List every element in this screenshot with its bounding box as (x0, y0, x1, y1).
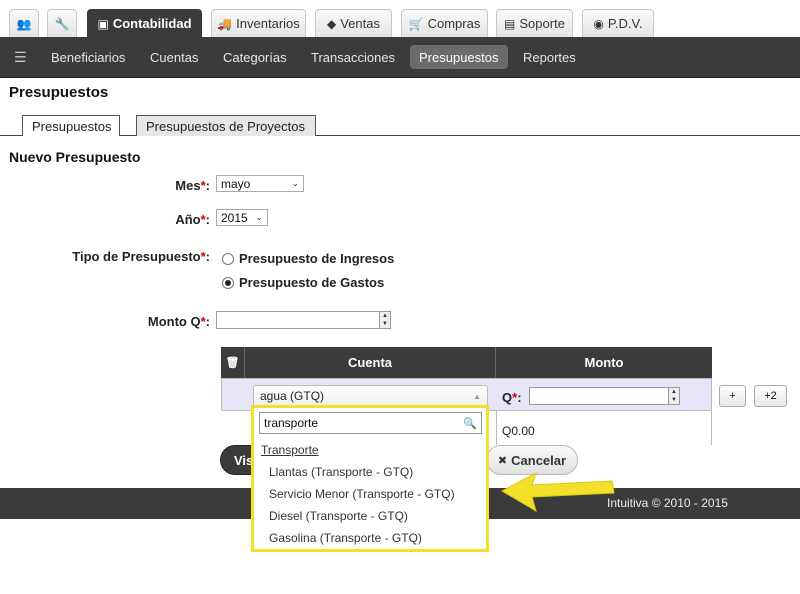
radio-gastos[interactable]: Presupuesto de Gastos (222, 275, 384, 290)
colon: : (205, 212, 210, 227)
tab-label: Contabilidad (112, 16, 192, 31)
dropdown-option[interactable]: Gasolina (Transporte - GTQ) (269, 531, 422, 545)
tipo-label: Tipo de Presupuesto*: (30, 249, 210, 264)
monto-input[interactable]: ▲ ▼ (216, 311, 391, 329)
mes-label: Mes*: (140, 178, 210, 193)
footer-copyright: Intuitiva © 2010 - 2015 (607, 496, 728, 510)
monto-label: Monto Q*: (130, 314, 210, 329)
module-tabbar: 👥 🔧 ▣ Contabilidad 🚚 Inventarios ◆ Venta… (0, 0, 800, 37)
row-monto-input[interactable]: ▲ ▼ (529, 387, 680, 405)
anio-value: 2015 (221, 210, 248, 225)
tab-compras[interactable]: 🛒 Compras (401, 9, 488, 37)
monto-label-text: Monto Q (147, 314, 201, 329)
tipo-label-text: Tipo de Presupuesto (72, 249, 201, 264)
chevron-up-icon: ▲ (473, 391, 481, 401)
mes-label-text: Mes (175, 178, 201, 193)
mes-select[interactable]: mayo ⌄ (216, 175, 304, 192)
search-value: transporte (264, 416, 319, 430)
form-title: Nuevo Presupuesto (9, 149, 141, 165)
cuenta-dropdown: transporte 🔍 Transporte Llantas (Transpo… (251, 405, 489, 552)
colon: : (205, 249, 210, 264)
mes-value: mayo (221, 176, 251, 191)
colon: : (205, 178, 210, 193)
row-subtotal: Q0.00 (502, 424, 535, 438)
submenu-categorias[interactable]: Categorías (214, 45, 296, 69)
close-icon: ✖ (497, 454, 508, 467)
trash-icon: 🗑 (225, 357, 240, 369)
money-icon: ▣ (97, 16, 109, 31)
submenu-beneficiarios[interactable]: Beneficiarios (42, 45, 134, 69)
annotation-arrow-icon (500, 471, 615, 513)
anio-label: Año*: (140, 212, 210, 227)
tab-soporte[interactable]: ▤ Soporte (496, 9, 573, 37)
filter-icon[interactable]: ☰ (5, 45, 36, 69)
spinner-icon[interactable]: ▲ ▼ (379, 312, 390, 328)
tab-pdv[interactable]: ◉ P.D.V. (582, 9, 654, 37)
q-label: Q*: (502, 390, 524, 405)
briefcase-icon: ▤ (504, 16, 516, 31)
chevron-down-icon: ⌄ (291, 178, 299, 188)
dropdown-option[interactable]: Diesel (Transporte - GTQ) (269, 509, 408, 523)
subtab-presupuestos-proyectos[interactable]: Presupuestos de Proyectos (136, 115, 316, 136)
cuenta-select[interactable]: agua (GTQ) ▲ (253, 385, 488, 407)
subtab-presupuestos[interactable]: Presupuestos (22, 115, 120, 136)
anio-select[interactable]: 2015 ⌄ (216, 209, 268, 226)
tab-divider (0, 135, 800, 136)
spinner-icon[interactable]: ▲ ▼ (668, 388, 679, 404)
dropdown-search-input[interactable]: transporte 🔍 (259, 412, 482, 434)
tab-settings[interactable]: 🔧 (47, 9, 77, 37)
dropdown-option[interactable]: Llantas (Transporte - GTQ) (269, 465, 413, 479)
radio-ingresos[interactable]: Presupuesto de Ingresos (222, 251, 394, 266)
tab-contabilidad[interactable]: ▣ Contabilidad (87, 9, 202, 37)
add-row-button[interactable]: + (719, 385, 746, 407)
tab-label: Ventas (340, 16, 380, 31)
tab-label: Compras (427, 16, 481, 31)
cart-icon: 🛒 (408, 16, 424, 31)
radio-circle[interactable] (222, 252, 234, 265)
colon: : (205, 314, 210, 329)
tab-label: Inventarios (236, 16, 300, 31)
submenu-presupuestos[interactable]: Presupuestos (410, 45, 508, 69)
chevron-down-icon: ⌄ (255, 212, 263, 222)
submenu-transacciones[interactable]: Transacciones (302, 45, 404, 69)
truck-icon: 🚚 (217, 16, 233, 31)
tab-inventarios[interactable]: 🚚 Inventarios (211, 9, 306, 37)
wrench-icon: 🔧 (54, 16, 70, 31)
tab-label: Soporte (519, 16, 565, 31)
radio-gastos-label: Presupuesto de Gastos (239, 275, 385, 290)
dropdown-option[interactable]: Servicio Menor (Transporte - GTQ) (269, 487, 455, 501)
submenu-bar: ☰ Beneficiarios Cuentas Categorías Trans… (0, 37, 800, 78)
cuenta-value: agua (GTQ) (260, 389, 325, 403)
users-icon: 👥 (16, 16, 32, 31)
tab-label: P.D.V. (607, 16, 643, 31)
colon: : (517, 390, 522, 405)
page-title: Presupuestos (9, 84, 109, 101)
tab-ventas[interactable]: ◆ Ventas (315, 9, 392, 37)
header-monto: Monto (496, 347, 712, 378)
radio-ingresos-label: Presupuesto de Ingresos (239, 251, 395, 266)
cancel-label: Cancelar (511, 452, 567, 468)
anio-label-text: Año (175, 212, 201, 227)
radio-circle-selected[interactable] (222, 276, 234, 289)
submenu-reportes[interactable]: Reportes (514, 45, 585, 69)
target-icon: ◉ (593, 16, 604, 31)
submenu-cuentas[interactable]: Cuentas (141, 45, 207, 69)
trash-header: 🗑 (221, 347, 245, 378)
add-two-rows-button[interactable]: +2 (754, 385, 787, 407)
q-label-text: Q (502, 390, 513, 405)
dropdown-group-label: Transporte (261, 443, 319, 457)
header-cuenta: Cuenta (245, 347, 496, 378)
tab-users[interactable]: 👥 (9, 9, 39, 37)
search-icon: 🔍 (463, 417, 477, 430)
tag-icon: ◆ (327, 16, 337, 31)
